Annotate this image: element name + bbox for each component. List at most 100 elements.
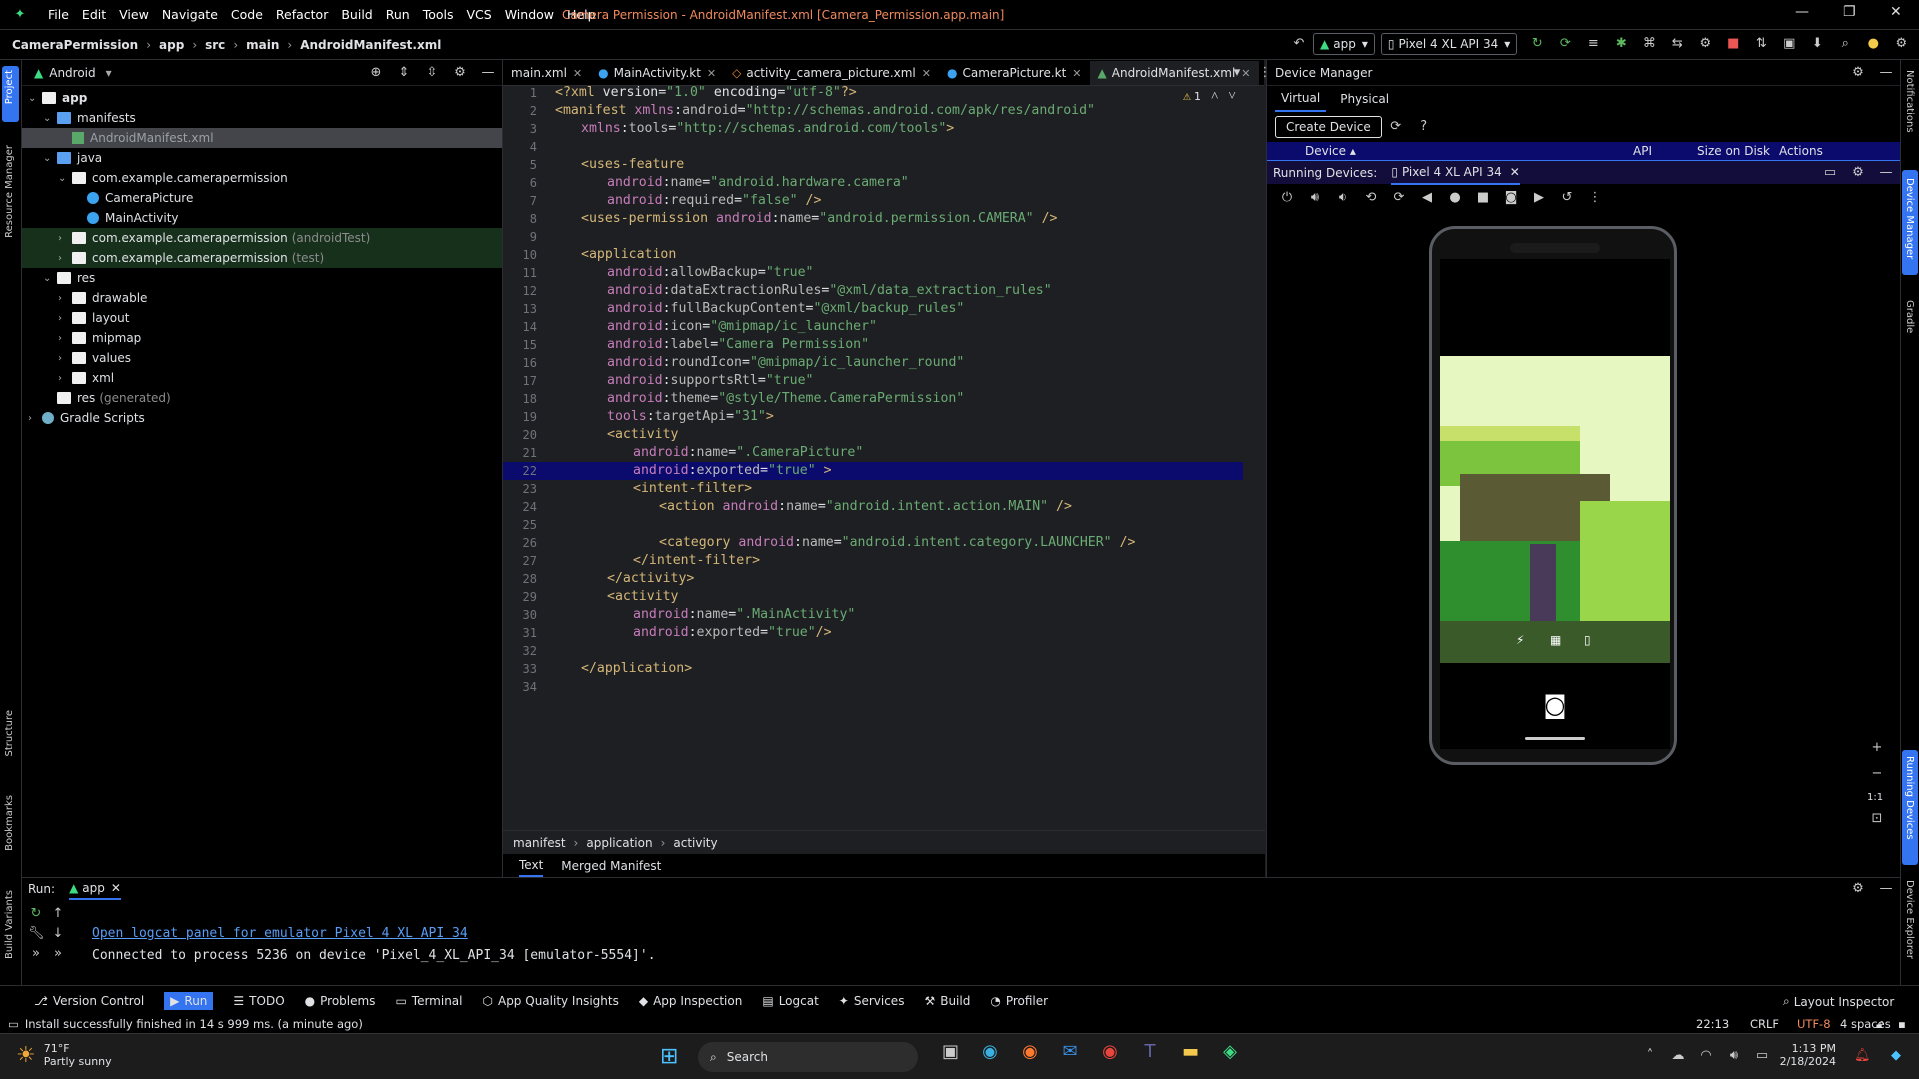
line-number[interactable]: 1 [503, 86, 537, 102]
tree-row[interactable]: ⌄ manifests [22, 108, 502, 128]
breadcrumb-item[interactable]: main [246, 38, 279, 52]
tool-window-todo[interactable]: ☰ TODO [233, 994, 284, 1008]
tree-row[interactable]: › Gradle Scripts [22, 408, 502, 428]
menu-file[interactable]: File [48, 7, 69, 22]
tool-window-version-control[interactable]: ⎇ Version Control [34, 994, 144, 1008]
line-number[interactable]: 7 [503, 192, 537, 210]
stripe-device-manager[interactable]: Device Manager [1904, 178, 1915, 259]
code-line[interactable]: 24 <action android:name="android.intent.a… [503, 498, 1243, 516]
search-icon[interactable]: ⌕ [1837, 36, 1853, 52]
close-icon[interactable]: ✕ [922, 67, 931, 80]
tree-row[interactable]: › layout [22, 308, 502, 328]
close-icon[interactable]: ✕ [111, 881, 121, 895]
code-line[interactable]: 20 <activity [503, 426, 1243, 444]
maximize-icon[interactable]: ❐ [1843, 4, 1856, 20]
breadcrumb-item[interactable]: src [205, 38, 225, 52]
line-number[interactable]: 27 [503, 552, 537, 570]
tree-row[interactable]: ⌄ java [22, 148, 502, 168]
menu-vcs[interactable]: VCS [467, 7, 492, 22]
hide-icon[interactable]: — [1878, 881, 1894, 897]
stripe-running-devices[interactable]: Running Devices [1904, 756, 1915, 840]
chevron-down-icon[interactable]: ⌄ [43, 113, 57, 124]
code-line[interactable]: 2 <manifest xmlns:android="http://schemas… [503, 102, 1243, 120]
more-icon[interactable]: ⋮ [1587, 190, 1603, 206]
menu-run[interactable]: Run [386, 7, 410, 22]
menu-code[interactable]: Code [231, 7, 263, 22]
camera-icon[interactable]: ◙ [1503, 190, 1519, 206]
copilot-icon[interactable]: ◆ [1888, 1048, 1904, 1064]
menu-refactor[interactable]: Refactor [276, 7, 328, 22]
battery-icon[interactable]: ▭ [1754, 1048, 1770, 1064]
code-line[interactable]: 29 <activity [503, 588, 1243, 606]
gear-icon[interactable]: ⚙ [1850, 65, 1866, 81]
line-number[interactable]: 28 [503, 570, 537, 588]
chevron-down-icon[interactable]: ⌄ [43, 153, 57, 164]
close-icon[interactable]: ✕ [1072, 67, 1081, 80]
code-line[interactable]: 17 android:supportsRtl="true" [503, 372, 1243, 390]
onedrive-icon[interactable]: ☁ [1670, 1048, 1686, 1064]
tree-row[interactable]: ⌄ app [22, 88, 502, 108]
tool-window-problems[interactable]: ● Problems [305, 994, 376, 1008]
line-number[interactable]: 2 [503, 102, 537, 120]
xml-breadcrumb-item[interactable]: application [586, 836, 652, 850]
menu-tools[interactable]: Tools [423, 7, 454, 22]
code-line[interactable]: 23 <intent-filter> [503, 480, 1243, 498]
tool-window-build[interactable]: ⚒ Build [924, 994, 970, 1008]
column-size[interactable]: Size on Disk [1697, 144, 1779, 158]
code-line[interactable]: 30 android:name=".MainActivity" [503, 606, 1243, 624]
hide-icon[interactable]: — [1878, 65, 1894, 81]
line-separator[interactable]: CRLF [1750, 1017, 1779, 1031]
stripe-bookmarks[interactable]: Bookmarks [4, 795, 15, 851]
tab-virtual[interactable]: Virtual [1275, 86, 1327, 112]
code-line[interactable]: 10 <application [503, 246, 1243, 264]
column-api[interactable]: API [1633, 144, 1697, 158]
taskbar-search[interactable]: ⌕ Search [698, 1042, 918, 1072]
code-line[interactable]: 16 android:roundIcon="@mipmap/ic_launcher… [503, 354, 1243, 372]
code-line[interactable]: 3 xmlns:tools="http://schemas.android.com… [503, 120, 1243, 138]
breadcrumb-item[interactable]: CameraPermission [12, 38, 138, 52]
close-icon[interactable]: ✕ [1890, 4, 1902, 20]
line-number[interactable]: 13 [503, 300, 537, 318]
tool-window-terminal[interactable]: ▭ Terminal [395, 994, 462, 1008]
chevron-right-icon[interactable]: › [28, 413, 42, 424]
breadcrumb-item[interactable]: AndroidManifest.xml [300, 38, 441, 52]
run-config-selector[interactable]: ▲ app ▾ [1313, 33, 1375, 55]
reset-icon[interactable]: ↺ [1559, 190, 1575, 206]
running-device-tab[interactable]: ▯ Pixel 4 XL API 34 ✕ [1391, 161, 1520, 185]
line-number[interactable]: 18 [503, 390, 537, 408]
code-line[interactable]: 12 android:dataExtractionRules="@xml/data… [503, 282, 1243, 300]
line-number[interactable]: 14 [503, 318, 537, 336]
refresh-icon[interactable]: ⟳ [1388, 119, 1404, 135]
grid-icon[interactable]: ▦ [1550, 633, 1561, 647]
gradle-sync-icon[interactable]: ⇅ [1753, 36, 1769, 52]
expand-icon[interactable]: » [28, 946, 44, 962]
code-line[interactable]: 5 <uses-feature [503, 156, 1243, 174]
mail-icon[interactable]: ✉ [1062, 1043, 1078, 1061]
line-number[interactable]: 34 [503, 678, 537, 696]
column-actions[interactable]: Actions [1779, 144, 1823, 158]
chevron-right-icon[interactable]: › [58, 333, 72, 344]
editor-tab[interactable]: ● CameraPicture.kt ✕ [939, 60, 1090, 85]
manifest-tab[interactable]: Text [519, 854, 544, 877]
tree-row[interactable]: › com.example.camerapermission (test) [22, 248, 502, 268]
gear-icon[interactable]: ⚙ [452, 65, 468, 81]
gesture-bar[interactable] [1525, 737, 1585, 740]
close-icon[interactable]: ✕ [707, 67, 716, 80]
close-icon[interactable]: ✕ [1510, 165, 1520, 179]
line-number[interactable]: 11 [503, 264, 537, 282]
line-number[interactable]: 31 [503, 624, 537, 642]
chrome-icon[interactable]: ◉ [1102, 1043, 1118, 1061]
chevron-down-icon[interactable]: ▾ [1229, 65, 1245, 81]
arrow-down-icon[interactable]: ↓ [50, 926, 66, 942]
line-number[interactable]: 10 [503, 246, 537, 264]
code-line[interactable]: 34 [503, 678, 1243, 696]
device-manager-icon[interactable]: ▣ [1781, 36, 1797, 52]
menu-navigate[interactable]: Navigate [162, 7, 218, 22]
editor-tab[interactable]: main.xml ✕ [503, 60, 590, 85]
line-number[interactable]: 24 [503, 498, 537, 516]
line-number[interactable]: 25 [503, 516, 537, 534]
tab-physical[interactable]: Physical [1340, 92, 1389, 106]
line-number[interactable]: 20 [503, 426, 537, 444]
code-line[interactable]: 21 android:name=".CameraPicture" [503, 444, 1243, 462]
code-line[interactable]: 32 [503, 642, 1243, 660]
